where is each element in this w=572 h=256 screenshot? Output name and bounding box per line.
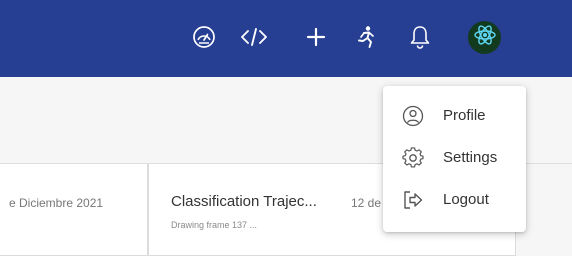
top-navigation-bar (0, 0, 572, 77)
menu-item-logout[interactable]: Logout (383, 182, 526, 218)
card-date: 12 de (351, 196, 382, 210)
plus-icon[interactable] (301, 22, 331, 52)
react-atom-icon (473, 23, 497, 52)
card-item[interactable]: e Diciembre 2021 (0, 164, 148, 256)
menu-item-profile[interactable]: Profile (383, 98, 526, 134)
menu-item-label: Settings (443, 149, 498, 166)
logout-icon (402, 189, 424, 211)
menu-item-settings[interactable]: Settings (383, 140, 526, 176)
avatar[interactable] (468, 21, 501, 54)
code-icon[interactable] (239, 22, 269, 52)
card-title: Classification Trajec... (171, 193, 317, 210)
dashboard-icon[interactable] (189, 22, 219, 52)
menu-item-label: Logout (443, 191, 489, 208)
run-icon[interactable] (351, 22, 381, 52)
gear-icon (402, 147, 424, 169)
user-dropdown-menu: Profile Settings Logout (383, 86, 526, 232)
card-subtitle: Drawing frame 137 ... (171, 220, 258, 230)
menu-item-label: Profile (443, 107, 486, 124)
user-circle-icon (402, 105, 424, 127)
bell-icon[interactable] (405, 22, 435, 52)
card-date: e Diciembre 2021 (9, 196, 104, 210)
